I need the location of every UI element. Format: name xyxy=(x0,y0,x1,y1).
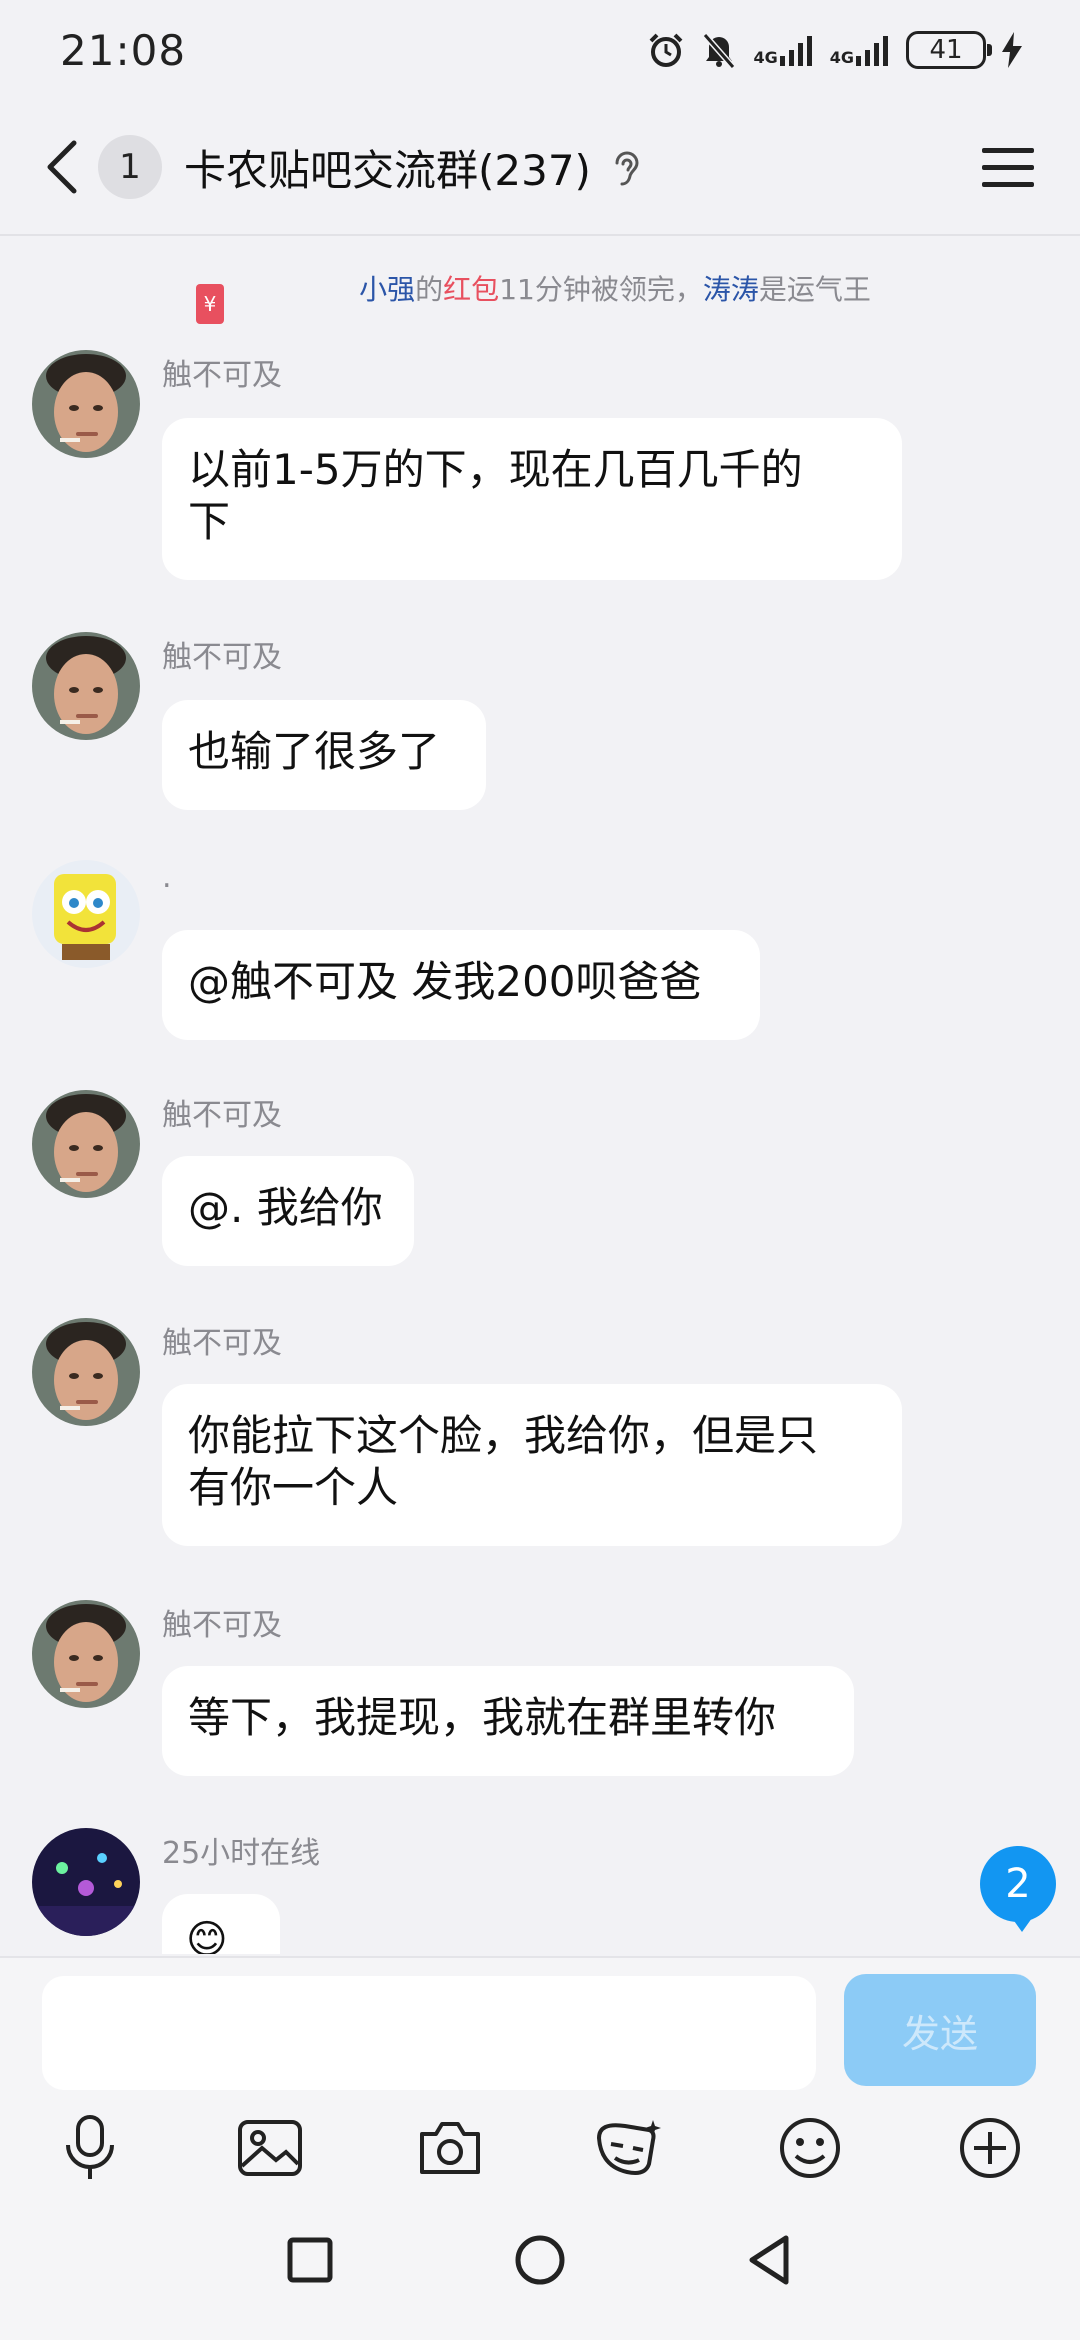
recent-apps-icon[interactable] xyxy=(280,2230,340,2290)
network-type-1: 4G xyxy=(753,48,778,67)
sender-name: 触不可及 xyxy=(162,358,282,393)
status-time: 21:08 xyxy=(60,25,187,75)
ear-icon[interactable] xyxy=(609,147,643,187)
charging-icon xyxy=(1002,32,1022,68)
microphone-icon[interactable] xyxy=(50,2108,130,2188)
avatar[interactable] xyxy=(32,350,140,458)
message-input[interactable] xyxy=(42,1976,816,2090)
avatar[interactable] xyxy=(32,1600,140,1708)
sender-name: 触不可及 xyxy=(162,1608,282,1643)
sender-name: . xyxy=(162,860,172,895)
notice-text: 小强的红包11分钟被领完，涛涛是运气王 xyxy=(359,268,871,308)
notice-text-part: 是运气王 xyxy=(758,273,871,306)
mute-bell-icon xyxy=(703,33,736,69)
network-indicator-2: 4G xyxy=(830,34,890,66)
notice-red-packet-link[interactable]: 红包 xyxy=(443,273,499,306)
network-type-2: 4G xyxy=(829,48,854,67)
sender-name: 触不可及 xyxy=(162,640,282,675)
message-bubble[interactable]: 😊 xyxy=(162,1894,280,1954)
camera-icon[interactable] xyxy=(410,2108,490,2188)
system-notice: ¥ 小强的红包11分钟被领完，涛涛是运气王 xyxy=(0,258,1080,324)
message-bubble[interactable]: @触不可及 发我200呗爸爸 xyxy=(162,930,760,1040)
sender-name: 触不可及 xyxy=(162,1326,282,1361)
status-bar: 21:08 4G 4G 41 xyxy=(0,0,1080,100)
image-icon[interactable] xyxy=(230,2108,310,2188)
notice-text-part: 11分钟被领完， xyxy=(499,273,703,306)
message-text: 下 xyxy=(188,497,231,546)
home-icon[interactable] xyxy=(510,2230,570,2290)
avatar[interactable] xyxy=(32,860,140,968)
notice-sender-name[interactable]: 小强 xyxy=(359,273,415,306)
message-text: @触不可及 发我200呗爸爸 xyxy=(188,957,702,1006)
unread-count-badge[interactable]: 1 xyxy=(98,135,162,199)
avatar[interactable] xyxy=(32,1090,140,1198)
signal-icon xyxy=(856,36,888,66)
message-text: 你能拉下这个脸，我给你，但是只 xyxy=(188,1411,819,1460)
message-text: 以前1-5万的下，现在几百几千的 xyxy=(188,445,803,494)
back-icon[interactable] xyxy=(32,137,92,197)
chat-screen: 21:08 4G 4G 41 1 卡农贴吧交流群(237) ¥ 小强的红包11分… xyxy=(0,0,1080,2340)
network-indicator-1: 4G xyxy=(753,34,813,66)
notice-text-part: 的 xyxy=(415,273,444,306)
avatar[interactable] xyxy=(32,632,140,740)
status-icons: 4G 4G 41 xyxy=(647,31,1022,69)
message-text: @. 我给你 xyxy=(188,1183,383,1232)
group-title[interactable]: 卡农贴吧交流群(237) xyxy=(184,137,591,198)
sender-name: 25小时在线 xyxy=(162,1836,321,1871)
sticker-icon[interactable] xyxy=(588,2108,668,2188)
notice-winner-name[interactable]: 涛涛 xyxy=(703,273,759,306)
red-packet-icon: ¥ xyxy=(196,284,224,324)
message-bubble[interactable]: @. 我给你 xyxy=(162,1156,414,1266)
avatar[interactable] xyxy=(32,1828,140,1936)
chat-header: 1 卡农贴吧交流群(237) xyxy=(0,100,1080,236)
menu-icon[interactable] xyxy=(980,146,1036,190)
signal-icon xyxy=(779,36,812,66)
message-bubble[interactable]: 以前1-5万的下，现在几百几千的 下 xyxy=(162,418,902,580)
sender-name: 触不可及 xyxy=(162,1098,282,1133)
message-list[interactable]: ¥ 小强的红包11分钟被领完，涛涛是运气王 触不可及 以前1-5万的下，现在几百… xyxy=(0,238,1080,1954)
battery-indicator: 41 xyxy=(906,31,992,69)
send-button[interactable]: 发送 xyxy=(844,1974,1036,2086)
system-nav-bar xyxy=(0,2230,1080,2340)
avatar[interactable] xyxy=(32,1318,140,1426)
back-nav-icon[interactable] xyxy=(740,2230,800,2290)
message-text: 等下，我提现，我就在群里转你 xyxy=(188,1693,777,1742)
alarm-icon xyxy=(650,33,683,67)
input-toolbar xyxy=(0,2108,1080,2208)
plus-icon[interactable] xyxy=(950,2108,1030,2188)
message-text: 有你一个人 xyxy=(188,1463,399,1512)
message-bubble[interactable]: 等下，我提现，我就在群里转你 xyxy=(162,1666,854,1776)
new-message-badge[interactable]: 2 xyxy=(980,1846,1056,1932)
message-emoji: 😊 xyxy=(186,1917,228,1954)
message-bubble[interactable]: 你能拉下这个脸，我给你，但是只 有你一个人 xyxy=(162,1384,902,1546)
message-text: 也输了很多了 xyxy=(188,727,441,776)
emoji-icon[interactable] xyxy=(770,2108,850,2188)
message-bubble[interactable]: 也输了很多了 xyxy=(162,700,486,810)
